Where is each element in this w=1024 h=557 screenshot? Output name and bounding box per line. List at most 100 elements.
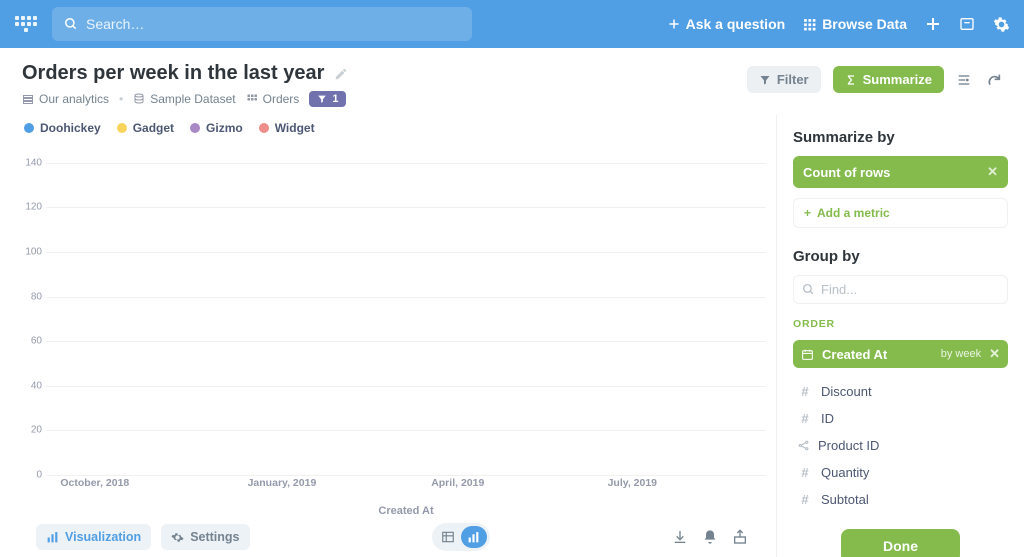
visualization-label: Visualization [65,530,141,544]
browse-data-label: Browse Data [822,16,907,32]
y-tick-label: 40 [31,380,42,391]
grid-icon [803,18,816,31]
bar-icon [46,531,59,544]
app-logo[interactable] [14,12,38,36]
legend-swatch [117,123,127,133]
search-input[interactable] [86,16,460,32]
breadcrumbs: Our analytics • Sample Dataset Orders 1 [22,91,747,107]
metric-label: Count of rows [803,165,890,180]
dimension-row[interactable]: # Subtotal [793,486,1008,513]
dimension-label: Discount [821,384,872,399]
search-icon [802,283,815,296]
legend-item[interactable]: Gizmo [190,121,243,135]
legend-item[interactable]: Widget [259,121,315,135]
refresh-icon[interactable] [986,72,1002,88]
x-axis: October, 2018January, 2019April, 2019Jul… [46,475,766,505]
summarize-button[interactable]: Summarize [833,66,944,93]
ask-question-button[interactable]: Ask a question [668,16,786,32]
dimension-label: Created At [822,347,887,362]
calendar-icon [801,348,814,361]
editor-icon[interactable] [956,72,972,88]
done-button[interactable]: Done [841,529,960,557]
table-icon [246,93,258,105]
x-tick-label: January, 2019 [248,477,317,489]
legend-swatch [24,123,34,133]
settings-label: Settings [190,530,239,544]
settings-button[interactable]: Settings [161,524,249,550]
nav-actions: Ask a question Browse Data [668,16,1010,33]
bars-area [46,145,766,475]
legend-item[interactable]: Doohickey [24,121,101,135]
top-nav: Ask a question Browse Data [0,0,1024,48]
collection-chip[interactable]: Our analytics [22,92,109,106]
dimension-search-input[interactable] [821,282,999,297]
filter-icon [759,74,771,86]
archive-icon[interactable] [959,16,975,32]
add-metric-button[interactable]: + Add a metric [793,198,1008,228]
dimension-binning[interactable]: by week [941,348,981,360]
table-view-button[interactable] [435,526,461,548]
chart-pane: DoohickeyGadgetGizmoWidget 0204060801001… [0,115,776,557]
search-box[interactable] [52,7,472,41]
filter-button[interactable]: Filter [747,66,821,93]
create-icon[interactable] [925,16,941,32]
remove-dimension-icon[interactable]: ✕ [989,346,1000,362]
add-metric-label: Add a metric [817,206,890,220]
bell-icon[interactable] [702,529,718,545]
legend: Doohickey Gadget Gizmo Widget [18,115,766,145]
table-icon [441,530,455,544]
hash-icon: # [797,384,813,399]
legend-label: Widget [275,121,315,135]
download-icon[interactable] [672,529,688,545]
x-tick-label: April, 2019 [431,477,484,489]
hash-icon: # [797,492,813,507]
database-label: Sample Dataset [150,92,235,106]
filter-count: 1 [332,93,338,105]
chart-footer: Visualization Settings [18,517,766,557]
table-label: Orders [263,92,300,106]
dimension-row[interactable]: # Quantity [793,459,1008,486]
main: DoohickeyGadgetGizmoWidget 0204060801001… [0,115,1024,557]
table-chip[interactable]: Orders [246,92,300,106]
summarize-panel: Summarize by Count of rows ✕ + Add a met… [776,115,1024,557]
sigma-icon [845,74,857,86]
y-tick-label: 120 [25,202,42,213]
legend-label: Doohickey [40,121,101,135]
database-chip[interactable]: Sample Dataset [133,92,235,106]
y-tick-label: 0 [36,470,42,481]
x-axis-label: Created At [46,505,766,517]
plus-icon: + [804,206,811,220]
group-by-heading: Group by [793,248,1008,265]
dimension-section-label: ORDER [793,314,1008,330]
x-tick-label: October, 2018 [60,477,129,489]
browse-data-button[interactable]: Browse Data [803,16,907,32]
remove-metric-icon[interactable]: ✕ [987,164,998,180]
dimension-label: Quantity [821,465,869,480]
dimension-created-at[interactable]: Created At by week ✕ [793,340,1008,368]
y-tick-label: 140 [25,157,42,168]
y-tick-label: 20 [31,425,42,436]
dimension-label: Product ID [818,438,879,453]
visualization-button[interactable]: Visualization [36,524,151,550]
filter-count-pill[interactable]: 1 [309,91,346,107]
chart-view-button[interactable] [461,526,487,548]
database-icon [133,93,145,105]
dimension-row[interactable]: # Discount [793,378,1008,405]
dimension-row[interactable]: #ID [793,405,1008,432]
legend-item[interactable]: Gadget [117,121,174,135]
dimension-label: ID [821,411,834,426]
connection-icon [797,439,810,452]
plot: 020406080100120140 [18,145,766,475]
y-tick-label: 80 [31,291,42,302]
share-icon[interactable] [732,529,748,545]
metric-count-rows[interactable]: Count of rows ✕ [793,156,1008,188]
page-title: Orders per week in the last year [22,62,324,85]
hash-icon: # [797,465,813,480]
plus-icon [668,18,680,30]
dimension-row[interactable]: Product ID [793,432,1008,459]
gear-icon[interactable] [993,16,1010,33]
dimension-label: Subtotal [821,492,869,507]
collection-icon [22,93,34,105]
edit-title-icon[interactable] [334,67,348,81]
dimension-search[interactable] [793,275,1008,304]
